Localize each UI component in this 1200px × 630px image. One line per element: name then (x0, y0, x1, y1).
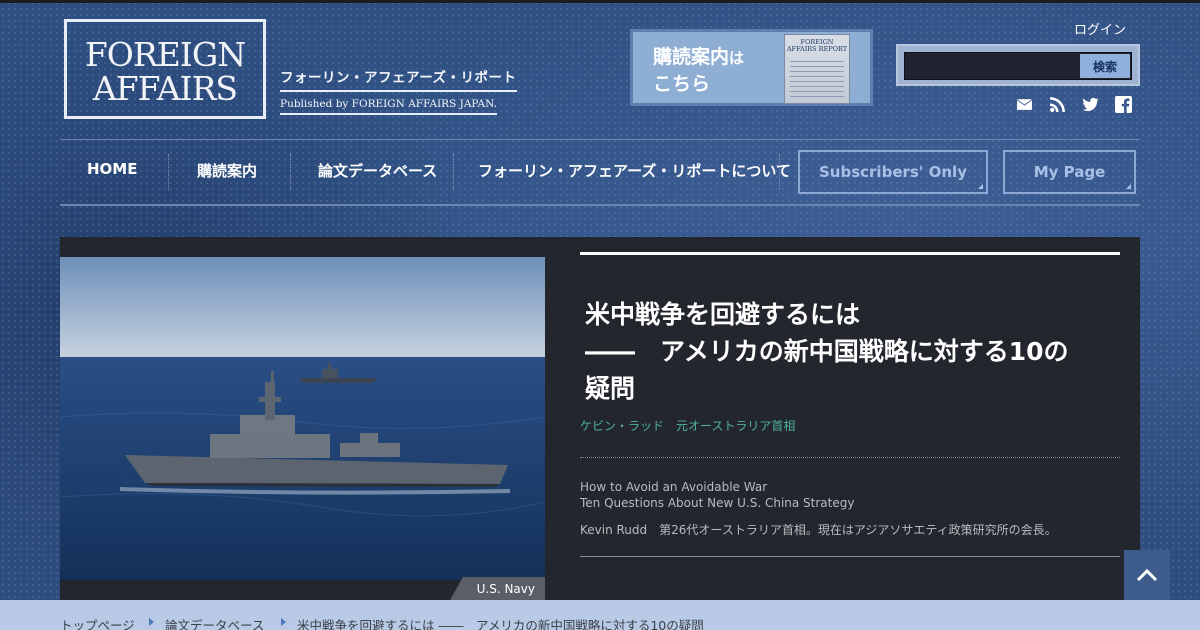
breadcrumb-item-current: 米中戦争を回避するには ―― アメリカの新中国戦略に対する10の疑問 (297, 618, 704, 630)
breadcrumb-item-database[interactable]: 論文データベース (165, 615, 264, 630)
headline-line1: 米中戦争を回避するには (585, 300, 861, 329)
subscription-banner[interactable]: 購読案内は こちら FOREIGN AFFAIRS REPORT (630, 29, 873, 106)
twitter-icon[interactable] (1082, 96, 1099, 113)
site-jp-title: フォーリン・アフェアーズ・リポート (280, 66, 517, 92)
chevron-up-icon (1136, 568, 1158, 582)
feature-photo[interactable] (60, 257, 545, 580)
dotted-divider (580, 457, 1120, 458)
headline-line3: 疑問 (585, 374, 636, 403)
nav-divider-bottom (60, 204, 1140, 206)
search-button[interactable]: 検索 (1080, 54, 1130, 78)
english-title-line1: How to Avoid an Avoidable War (580, 480, 768, 494)
social-icons (1016, 96, 1132, 113)
author-jp: ケビン・ラッド 元オーストラリア首相 (580, 419, 796, 433)
article-headline[interactable]: 米中戦争を回避するには ―― アメリカの新中国戦略に対する10の 疑問 (585, 296, 1120, 407)
headline-line2: ―― アメリカの新中国戦略に対する10の (585, 337, 1069, 366)
banner-text: 購読案内は こちら (653, 44, 783, 97)
published-by: Published by FOREIGN AFFAIRS JAPAN. (280, 98, 497, 115)
top-bar (0, 0, 1200, 3)
bottom-divider (580, 556, 1120, 557)
nav-article-database[interactable]: 論文データベース (318, 160, 437, 181)
nav-about[interactable]: フォーリン・アフェアーズ・リポートについて (478, 160, 791, 181)
logo-text-line1: FOREIGN (84, 35, 246, 74)
banner-line1-small: は (729, 49, 745, 67)
headline-rule (580, 252, 1120, 255)
my-page-button[interactable]: My Page (1003, 150, 1136, 194)
scroll-to-top-button[interactable] (1124, 550, 1170, 600)
facebook-icon[interactable] (1115, 96, 1132, 113)
login-link[interactable]: ログイン (1074, 19, 1126, 38)
logo-text-line2: AFFAIRS (92, 69, 238, 108)
breadcrumb-arrow-icon (149, 618, 154, 626)
search-box: 検索 (896, 44, 1140, 86)
nav-divider-top (60, 139, 1140, 140)
breadcrumb-item-top[interactable]: トップページ (60, 615, 135, 630)
photo-credit: U.S. Navy (450, 577, 545, 600)
magazine-cover-image: FOREIGN AFFAIRS REPORT (784, 34, 850, 104)
mail-icon[interactable] (1016, 96, 1033, 113)
rss-icon[interactable] (1049, 96, 1066, 113)
author-en: Kevin Rudd 第26代オーストラリア首相。現在はアジアソサエティ政策研究… (580, 523, 1057, 537)
banner-line1-main: 購読案内 (653, 46, 730, 68)
english-title-line2: Ten Questions About New U.S. China Strat… (580, 496, 855, 510)
site-logo[interactable]: FOREIGN AFFAIRS (64, 19, 266, 119)
magazine-cover-title: FOREIGN AFFAIRS REPORT (786, 38, 848, 53)
subscribers-only-button[interactable]: Subscribers' Only (798, 150, 988, 194)
banner-line2: こちら (653, 73, 711, 95)
nav-home[interactable]: HOME (87, 160, 137, 178)
breadcrumb-arrow-icon (281, 618, 286, 626)
english-title: How to Avoid an Avoidable War Ten Questi… (580, 479, 854, 511)
nav-subscription[interactable]: 購読案内 (197, 160, 257, 181)
